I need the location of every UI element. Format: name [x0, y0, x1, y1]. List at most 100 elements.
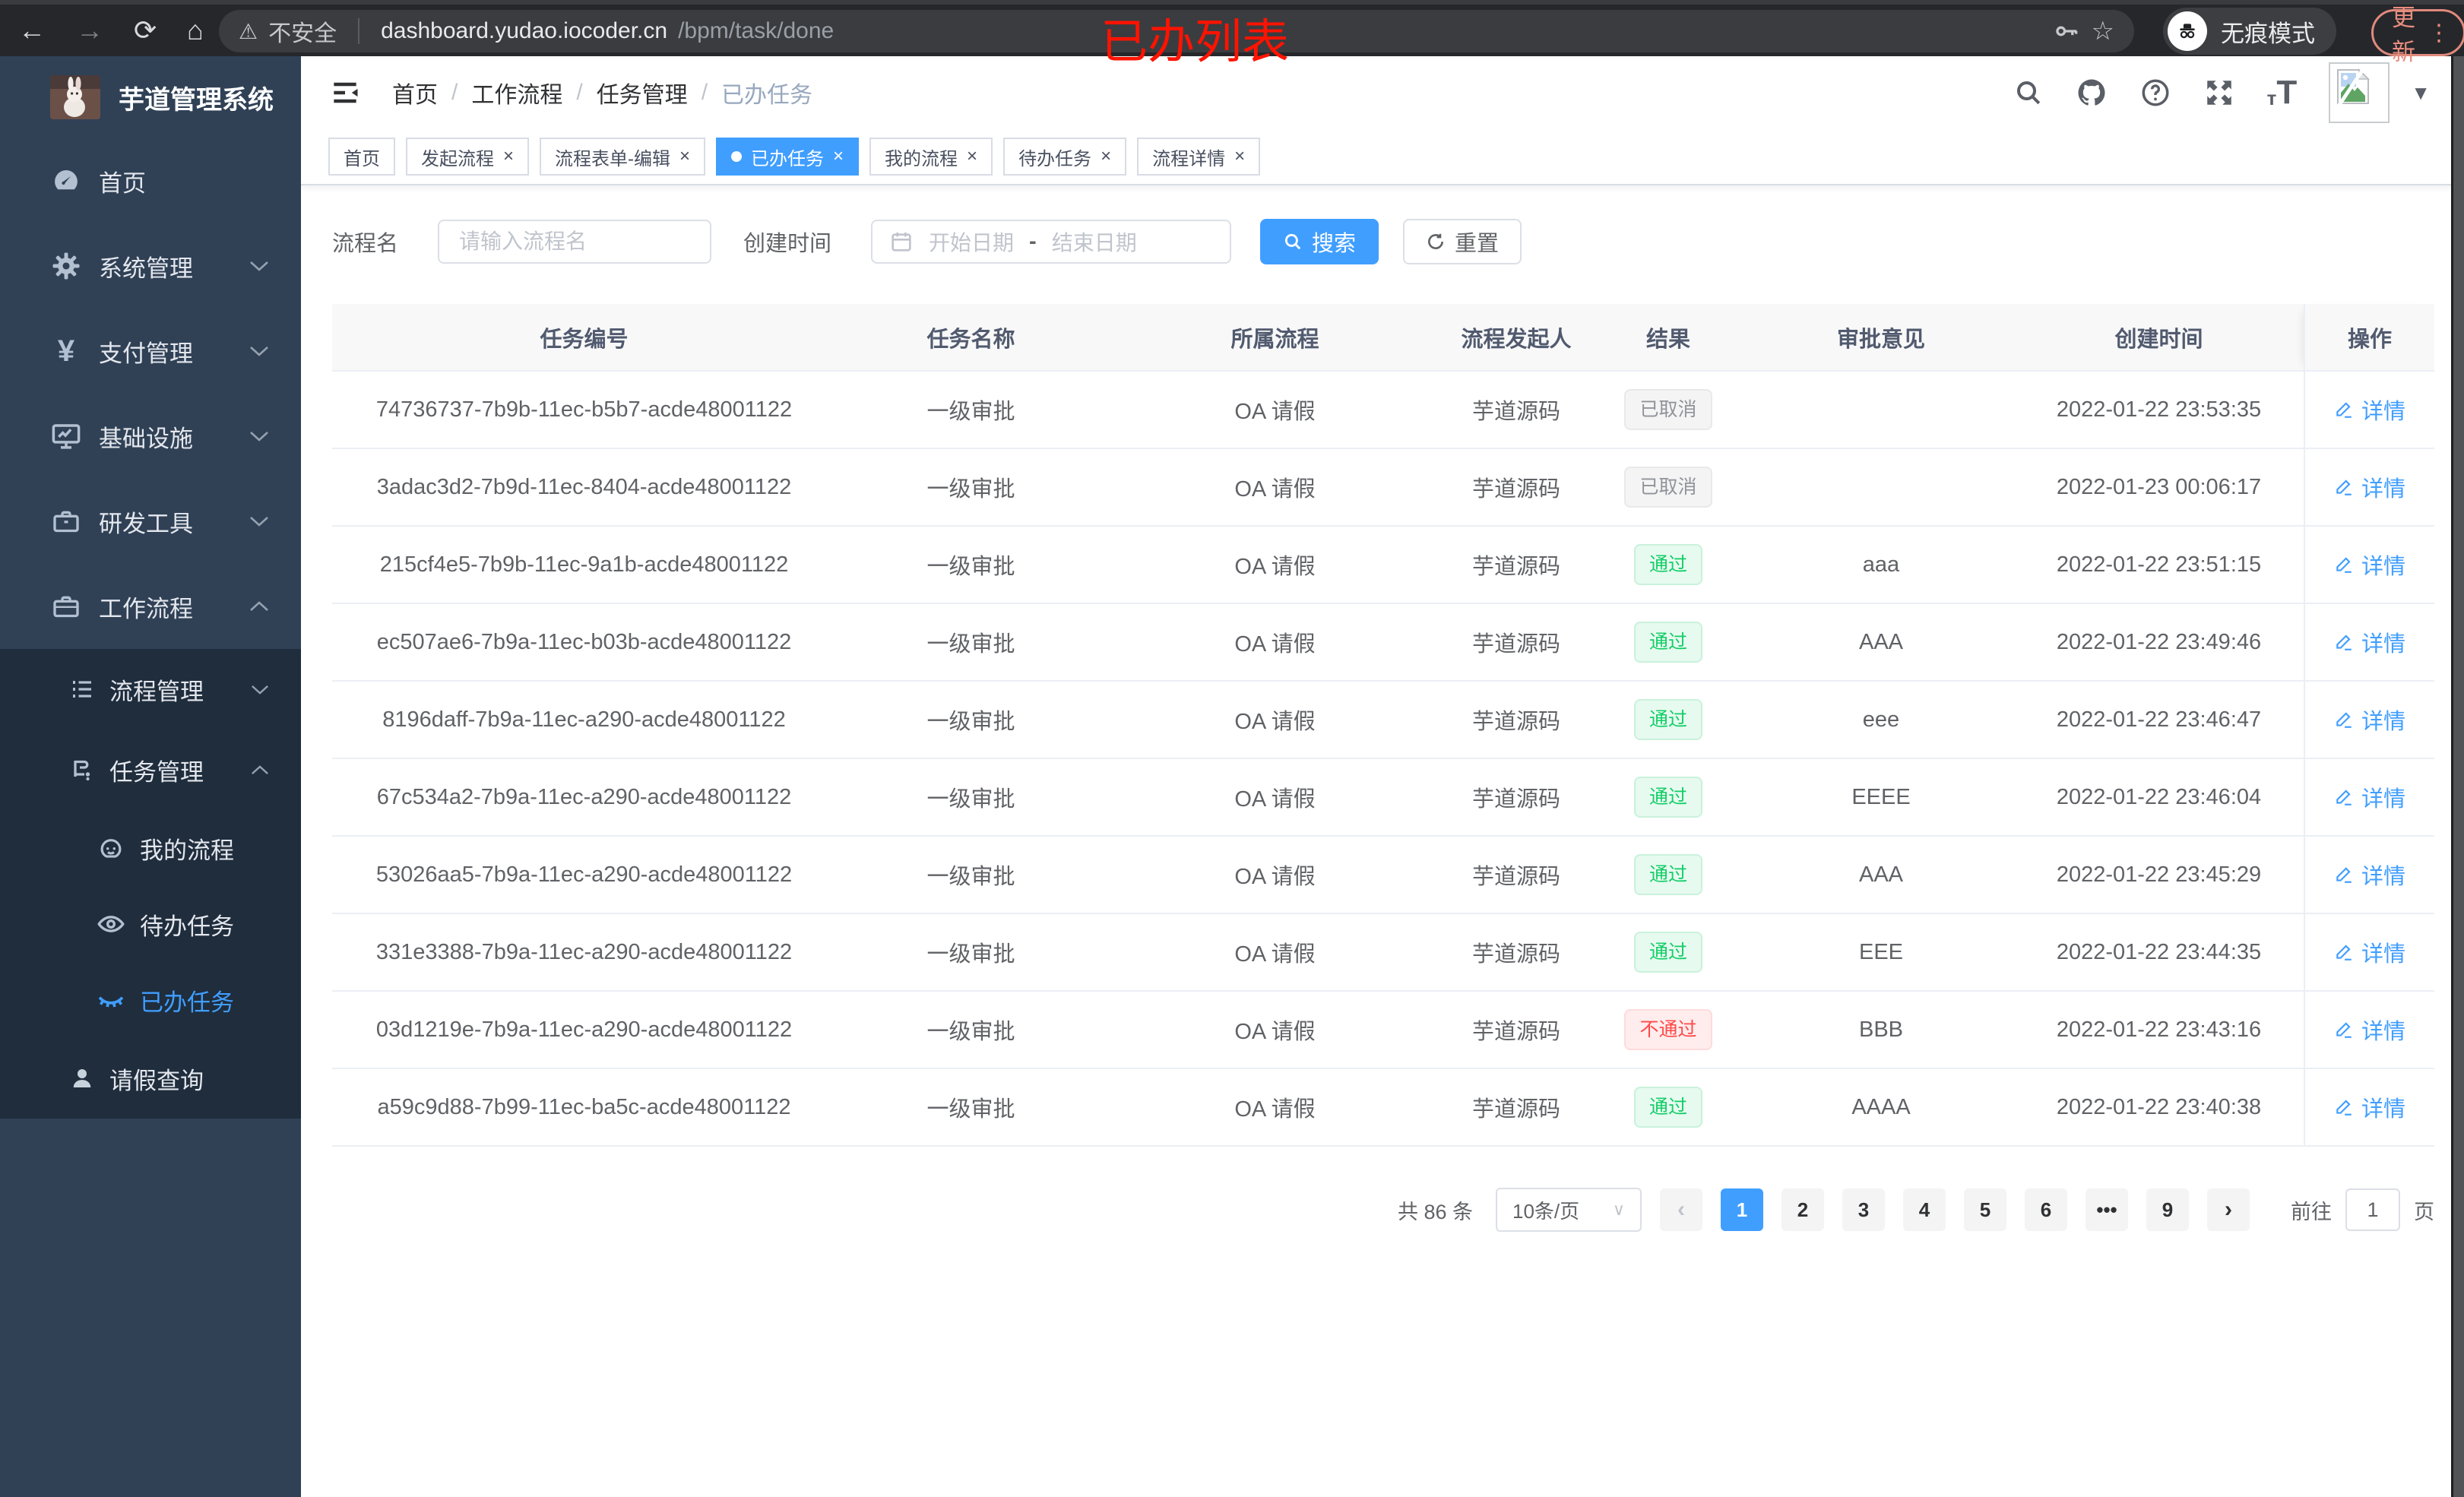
sidebar-item-done[interactable]: 已办任务: [0, 962, 301, 1038]
done-task-table: 任务编号 任务名称 所属流程 流程发起人 结果 审批意见 创建时间 操作 747…: [332, 304, 2434, 1147]
app-header: 首页 / 工作流程 / 任务管理 / 已办任务 тT ▼: [301, 56, 2464, 129]
sidebar-item-process-mgmt[interactable]: 流程管理: [0, 649, 301, 730]
range-separator: -: [1029, 229, 1037, 254]
sidebar-item-my-process[interactable]: 我的流程: [0, 810, 301, 886]
key-icon[interactable]: [2054, 17, 2081, 45]
briefcase-icon: [49, 591, 84, 622]
search-icon[interactable]: [2013, 78, 2044, 108]
collapse-sidebar-icon[interactable]: [328, 76, 362, 109]
font-size-icon[interactable]: тT: [2267, 76, 2298, 109]
view-tab[interactable]: 已办任务 ×: [716, 138, 860, 176]
search-button[interactable]: 搜索: [1260, 219, 1379, 264]
home-icon[interactable]: ⌂: [187, 14, 204, 46]
page-scrollbar[interactable]: [2451, 56, 2464, 1497]
cell-actions: 详情: [2304, 371, 2434, 449]
detail-link[interactable]: 详情: [2334, 936, 2405, 968]
sidebar-item-workflow[interactable]: 工作流程: [0, 564, 301, 649]
view-tab[interactable]: 发起流程 ×: [406, 138, 530, 176]
avatar-caret-icon[interactable]: ▼: [2411, 81, 2431, 105]
detail-link[interactable]: 详情: [2334, 549, 2405, 581]
view-tab[interactable]: 待办任务 ×: [1003, 138, 1127, 176]
sidebar-item-todo[interactable]: 待办任务: [0, 886, 301, 962]
update-label: 更新: [2392, 5, 2415, 65]
detail-link[interactable]: 详情: [2334, 859, 2405, 891]
breadcrumb-workflow[interactable]: 工作流程: [471, 76, 562, 109]
detail-link[interactable]: 详情: [2334, 781, 2405, 813]
forward-icon[interactable]: →: [76, 14, 103, 46]
page-number-button[interactable]: 9: [2146, 1188, 2189, 1231]
page-number-button[interactable]: 6: [2025, 1188, 2067, 1231]
table-row: 8196daff-7b9a-11ec-a290-acde48001122 一级审…: [332, 681, 2434, 759]
cell-comment: [1748, 371, 2014, 449]
logo[interactable]: 芋道管理系统: [0, 56, 301, 138]
detail-link[interactable]: 详情: [2334, 704, 2405, 736]
sidebar-item-system[interactable]: 系统管理: [0, 223, 301, 309]
date-range-picker[interactable]: 开始日期 - 结束日期: [871, 220, 1232, 264]
sidebar-item-dev[interactable]: 研发工具: [0, 479, 301, 564]
update-button[interactable]: 更新 ⋮: [2371, 5, 2464, 65]
col-actions: 操作: [2304, 304, 2434, 372]
sidebar-item-pay[interactable]: ¥ 支付管理: [0, 309, 301, 394]
flow-tree-icon: [67, 756, 97, 783]
cell-task-name: 一级审批: [836, 681, 1106, 759]
cell-result: 通过: [1588, 913, 1748, 992]
view-tab[interactable]: 我的流程 ×: [869, 138, 993, 176]
result-badge: 已取消: [1624, 389, 1712, 430]
page-content: 流程名 创建时间 开始日期 - 结束日期 搜索 重置: [301, 185, 2464, 1232]
sidebar-item-label: 待办任务: [140, 913, 234, 940]
sidebar-item-label: 首页: [99, 169, 146, 197]
cell-starter: 芋道源码: [1444, 1068, 1588, 1147]
breadcrumb-separator: /: [576, 80, 583, 105]
detail-link[interactable]: 详情: [2334, 626, 2405, 658]
prev-page-button[interactable]: ‹: [1660, 1188, 1702, 1231]
github-icon[interactable]: [2076, 77, 2108, 109]
avatar[interactable]: [2329, 62, 2390, 123]
page-size-select[interactable]: 10条/页 ∨: [1496, 1188, 1642, 1232]
browser-menu-icon[interactable]: ⋮: [2428, 20, 2451, 46]
help-icon[interactable]: [2139, 77, 2171, 109]
chevron-up-icon: [251, 764, 269, 776]
page-number-button[interactable]: 2: [1781, 1188, 1824, 1231]
cell-create-time: 2022-01-22 23:46:47: [2014, 681, 2304, 759]
view-tab[interactable]: 首页 ×: [328, 138, 395, 176]
bookmark-star-icon[interactable]: ☆: [2092, 16, 2114, 46]
next-page-button[interactable]: ›: [2207, 1188, 2250, 1231]
tab-close-icon[interactable]: ×: [679, 147, 690, 166]
page-number-button[interactable]: 1: [1721, 1188, 1763, 1231]
tab-close-icon[interactable]: ×: [967, 147, 977, 166]
fullscreen-icon[interactable]: [2203, 77, 2235, 109]
breadcrumb-home[interactable]: 首页: [392, 76, 438, 109]
sidebar-item-home[interactable]: 首页: [0, 138, 301, 223]
reset-button[interactable]: 重置: [1403, 219, 1522, 264]
chevron-down-icon: [249, 260, 269, 272]
sidebar: 芋道管理系统 首页 系统管理 ¥ 支付管理 基础设施 研发工具 工作流程 流程管…: [0, 56, 301, 1497]
goto-page-input[interactable]: [2345, 1188, 2400, 1231]
tab-close-icon[interactable]: ×: [1101, 147, 1111, 166]
sidebar-item-infra[interactable]: 基础设施: [0, 394, 301, 479]
result-badge: 已取消: [1624, 467, 1712, 508]
reload-icon[interactable]: ⟳: [134, 14, 157, 46]
cell-task-id: ec507ae6-7b9a-11ec-b03b-acde48001122: [332, 603, 836, 682]
page-number-button[interactable]: 3: [1842, 1188, 1885, 1231]
breadcrumb-task-mgmt[interactable]: 任务管理: [597, 76, 688, 109]
url-host: dashboard.yudao.iocoder.cn: [381, 18, 668, 43]
detail-link[interactable]: 详情: [2334, 1091, 2405, 1123]
cell-actions: 详情: [2304, 526, 2434, 604]
detail-link[interactable]: 详情: [2334, 1014, 2405, 1046]
back-icon[interactable]: ←: [18, 14, 46, 46]
page-number-button[interactable]: •••: [2086, 1188, 2128, 1231]
cell-result: 通过: [1588, 603, 1748, 682]
view-tab[interactable]: 流程表单-编辑 ×: [540, 138, 706, 176]
tab-close-icon[interactable]: ×: [1234, 147, 1245, 166]
process-name-label: 流程名: [332, 232, 399, 256]
page-number-button[interactable]: 5: [1964, 1188, 2006, 1231]
tab-close-icon[interactable]: ×: [503, 147, 514, 166]
tab-close-icon[interactable]: ×: [833, 147, 844, 166]
view-tab[interactable]: 流程详情 ×: [1137, 138, 1261, 176]
sidebar-item-task-mgmt[interactable]: 任务管理: [0, 730, 301, 810]
sidebar-item-leave[interactable]: 请假查询: [0, 1038, 301, 1119]
detail-link[interactable]: 详情: [2334, 471, 2405, 503]
page-number-button[interactable]: 4: [1903, 1188, 1946, 1231]
process-name-input[interactable]: [438, 220, 712, 264]
detail-link[interactable]: 详情: [2334, 394, 2405, 426]
